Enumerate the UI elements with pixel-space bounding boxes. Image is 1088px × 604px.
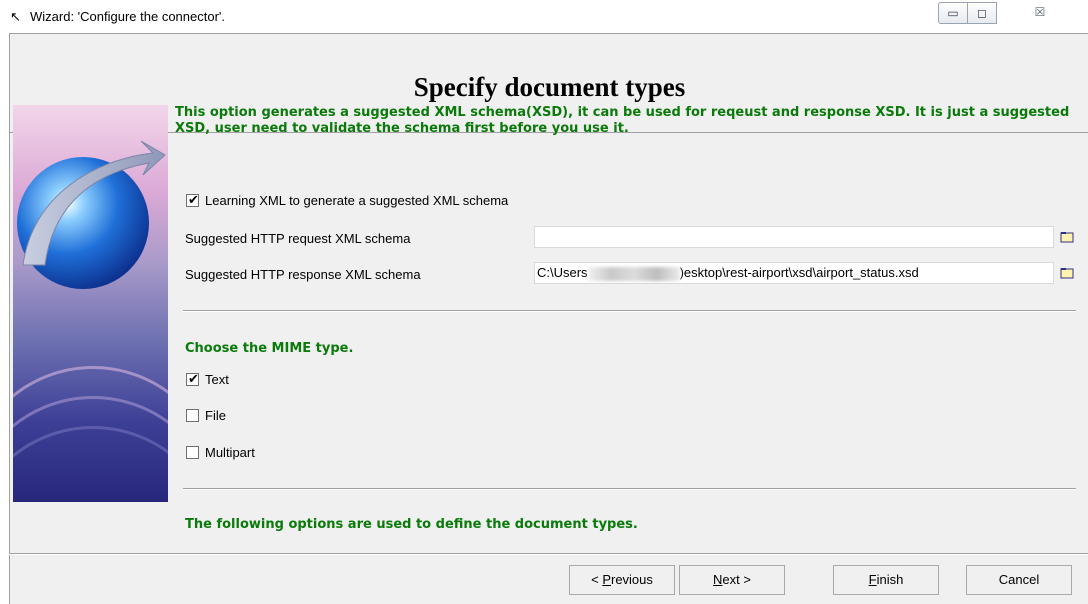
mime-text-label: Text bbox=[205, 372, 229, 387]
next-rest: ext > bbox=[722, 572, 751, 587]
mime-multipart-checkbox[interactable] bbox=[186, 446, 199, 459]
request-browse-folder-icon[interactable] bbox=[1059, 229, 1075, 245]
redacted-username bbox=[587, 266, 680, 281]
mime-file-label: File bbox=[205, 408, 226, 423]
schema-description: This option generates a suggested XML sc… bbox=[175, 105, 1070, 136]
mime-text-checkbox[interactable]: ✔ bbox=[186, 371, 199, 386]
response-path-suffix: )esktop\rest-airport\xsd\airport_status.… bbox=[679, 265, 919, 280]
globe-arrow-icon bbox=[13, 140, 168, 459]
next-accel: N bbox=[713, 572, 723, 587]
window-title: Wizard: 'Configure the connector'. bbox=[30, 9, 225, 24]
next-button[interactable]: Next > bbox=[679, 565, 785, 595]
learning-xml-label: Learning XML to generate a suggested XML… bbox=[205, 193, 509, 208]
previous-prefix: < bbox=[591, 572, 603, 587]
window-controls: ▭ ◻ ☒ bbox=[938, 2, 1084, 26]
response-browse-folder-icon[interactable] bbox=[1059, 265, 1075, 281]
response-schema-label: Suggested HTTP response XML schema bbox=[185, 267, 421, 282]
minimize-button[interactable]: ▭ bbox=[938, 2, 968, 24]
request-schema-input[interactable] bbox=[534, 226, 1054, 248]
minimize-icon: ▭ bbox=[947, 6, 959, 20]
close-button[interactable]: ☒ bbox=[996, 2, 1084, 24]
section-divider bbox=[183, 310, 1076, 312]
request-schema-label: Suggested HTTP request XML schema bbox=[185, 231, 411, 246]
mime-heading: Choose the MIME type. bbox=[185, 341, 354, 356]
wizard-side-image bbox=[13, 105, 168, 502]
section-divider bbox=[183, 488, 1076, 490]
previous-button[interactable]: < Previous bbox=[569, 565, 675, 595]
mime-file-checkbox[interactable] bbox=[186, 409, 199, 422]
check-mark-icon: ✔ bbox=[188, 371, 199, 386]
footer-divider bbox=[9, 553, 1088, 555]
page-title: Specify document types bbox=[413, 72, 686, 102]
finish-button[interactable]: Finish bbox=[833, 565, 939, 595]
document-types-note: The following options are used to define… bbox=[185, 517, 638, 532]
previous-rest: revious bbox=[610, 572, 653, 587]
check-mark-icon: ✔ bbox=[188, 192, 199, 207]
previous-accel: P bbox=[602, 572, 611, 587]
mime-multipart-label: Multipart bbox=[205, 445, 255, 460]
finish-rest: inish bbox=[876, 572, 904, 587]
title-bar: ↖ Wizard: 'Configure the connector'. ▭ ◻… bbox=[0, 0, 1088, 36]
maximize-button[interactable]: ◻ bbox=[967, 2, 997, 24]
learning-xml-checkbox[interactable]: ✔ bbox=[186, 192, 199, 207]
response-path-prefix: C:\Users bbox=[537, 265, 588, 280]
cancel-button[interactable]: Cancel bbox=[966, 565, 1072, 595]
close-icon: ☒ bbox=[1034, 5, 1046, 19]
response-schema-input[interactable]: C:\Users )esktop\rest-airport\xsd\airport… bbox=[534, 262, 1054, 284]
finish-accel: F bbox=[868, 572, 877, 587]
maximize-icon: ◻ bbox=[977, 6, 987, 20]
wizard-wand-icon: ↖ bbox=[10, 9, 21, 24]
